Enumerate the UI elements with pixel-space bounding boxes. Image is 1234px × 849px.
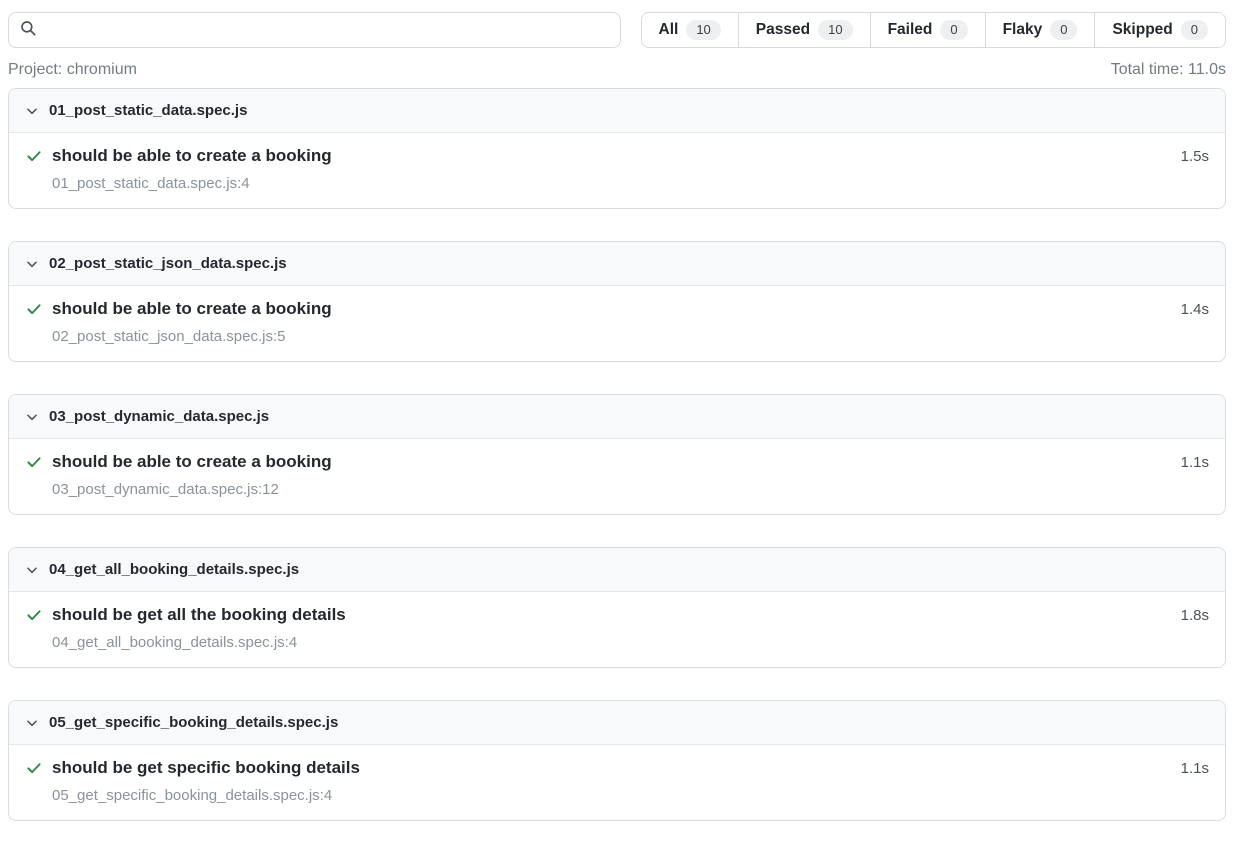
check-icon xyxy=(25,300,43,318)
filter-tabs: All 10 Passed 10 Failed 0 Flaky 0 Skippe… xyxy=(641,12,1226,48)
test-title: should be able to create a booking xyxy=(52,299,1172,319)
filter-tab-skipped[interactable]: Skipped 0 xyxy=(1094,13,1225,47)
chevron-down-icon[interactable] xyxy=(25,104,39,118)
test-location: 04_get_all_booking_details.spec.js:4 xyxy=(52,634,1209,651)
test-row[interactable]: should be able to create a booking 1.4s … xyxy=(9,286,1225,361)
check-icon xyxy=(25,453,43,471)
test-duration: 1.4s xyxy=(1181,301,1209,318)
search-box[interactable] xyxy=(8,12,621,48)
filter-tab-label: Skipped xyxy=(1112,21,1172,39)
chevron-down-icon[interactable] xyxy=(25,410,39,424)
chevron-down-icon[interactable] xyxy=(25,257,39,271)
meta-row: Project: chromium Total time: 11.0s xyxy=(8,61,1226,79)
test-row[interactable]: should be able to create a booking 1.5s … xyxy=(9,133,1225,208)
file-card: 03_post_dynamic_data.spec.js should be a… xyxy=(8,394,1226,515)
file-card-header[interactable]: 01_post_static_data.spec.js xyxy=(9,89,1225,133)
chevron-down-icon[interactable] xyxy=(25,716,39,730)
test-location: 05_get_specific_booking_details.spec.js:… xyxy=(52,787,1209,804)
test-duration: 1.1s xyxy=(1181,454,1209,471)
test-title: should be get specific booking details xyxy=(52,758,1172,778)
file-card: 01_post_static_data.spec.js should be ab… xyxy=(8,88,1226,209)
test-duration: 1.5s xyxy=(1181,148,1209,165)
filter-tab-failed[interactable]: Failed 0 xyxy=(870,13,985,47)
file-name: 03_post_dynamic_data.spec.js xyxy=(49,408,269,425)
project-label: Project: chromium xyxy=(8,61,137,79)
search-icon xyxy=(19,19,37,42)
check-icon xyxy=(25,759,43,777)
test-location: 01_post_static_data.spec.js:4 xyxy=(52,175,1209,192)
test-title: should be able to create a booking xyxy=(52,452,1172,472)
filter-tab-count-badge: 0 xyxy=(1050,20,1077,40)
filter-tab-label: All xyxy=(659,21,679,39)
file-name: 04_get_all_booking_details.spec.js xyxy=(49,561,299,578)
file-card: 04_get_all_booking_details.spec.js shoul… xyxy=(8,547,1226,668)
file-name: 01_post_static_data.spec.js xyxy=(49,102,247,119)
filter-tab-label: Failed xyxy=(888,21,933,39)
file-name: 05_get_specific_booking_details.spec.js xyxy=(49,714,338,731)
test-location: 02_post_static_json_data.spec.js:5 xyxy=(52,328,1209,345)
file-card: 05_get_specific_booking_details.spec.js … xyxy=(8,700,1226,821)
test-title: should be get all the booking details xyxy=(52,605,1172,625)
filter-tab-label: Passed xyxy=(756,21,810,39)
check-icon xyxy=(25,147,43,165)
file-card-header[interactable]: 05_get_specific_booking_details.spec.js xyxy=(9,701,1225,745)
filter-tab-flaky[interactable]: Flaky 0 xyxy=(985,13,1095,47)
test-row[interactable]: should be able to create a booking 1.1s … xyxy=(9,439,1225,514)
test-location: 03_post_dynamic_data.spec.js:12 xyxy=(52,481,1209,498)
filter-tab-all[interactable]: All 10 xyxy=(642,13,738,47)
filter-tab-count-badge: 0 xyxy=(940,20,967,40)
total-time-label: Total time: 11.0s xyxy=(1111,61,1226,79)
file-list: 01_post_static_data.spec.js should be ab… xyxy=(8,88,1226,821)
filter-tab-count-badge: 10 xyxy=(686,20,720,40)
test-row[interactable]: should be get all the booking details 1.… xyxy=(9,592,1225,667)
filter-tab-count-badge: 0 xyxy=(1181,20,1208,40)
chevron-down-icon[interactable] xyxy=(25,563,39,577)
file-card-header[interactable]: 02_post_static_json_data.spec.js xyxy=(9,242,1225,286)
file-card-header[interactable]: 04_get_all_booking_details.spec.js xyxy=(9,548,1225,592)
filter-tab-label: Flaky xyxy=(1003,21,1043,39)
test-row[interactable]: should be get specific booking details 1… xyxy=(9,745,1225,820)
file-card-header[interactable]: 03_post_dynamic_data.spec.js xyxy=(9,395,1225,439)
filter-tab-count-badge: 10 xyxy=(818,20,852,40)
search-input[interactable] xyxy=(45,22,610,39)
top-bar: All 10 Passed 10 Failed 0 Flaky 0 Skippe… xyxy=(8,12,1226,48)
file-card: 02_post_static_json_data.spec.js should … xyxy=(8,241,1226,362)
test-title: should be able to create a booking xyxy=(52,146,1172,166)
file-name: 02_post_static_json_data.spec.js xyxy=(49,255,287,272)
test-duration: 1.1s xyxy=(1181,760,1209,777)
test-duration: 1.8s xyxy=(1181,607,1209,624)
check-icon xyxy=(25,606,43,624)
filter-tab-passed[interactable]: Passed 10 xyxy=(738,13,870,47)
